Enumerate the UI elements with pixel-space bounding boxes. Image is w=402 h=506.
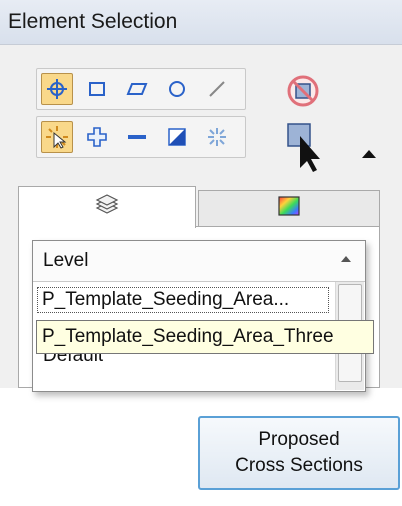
- button-label-line2: Cross Sections: [235, 455, 363, 476]
- individual-select-icon[interactable]: [41, 73, 73, 105]
- block-select-icon[interactable]: [81, 73, 113, 105]
- button-label-line1: Proposed: [258, 429, 340, 450]
- level-list[interactable]: Level P_Template_Seeding_Area... Default: [32, 240, 366, 392]
- selection-method-toolbar: [36, 68, 246, 110]
- title-bar: Element Selection: [0, 0, 402, 45]
- window-title: Element Selection: [8, 10, 178, 33]
- color-icon: [277, 195, 301, 222]
- select-all-icon[interactable]: [286, 122, 326, 179]
- proposed-cross-sections-button[interactable]: Proposed Cross Sections: [198, 416, 400, 490]
- selection-mode-toolbar: [36, 116, 246, 158]
- tooltip: P_Template_Seeding_Area_Three: [36, 320, 374, 354]
- subtract-selection-icon[interactable]: [121, 121, 153, 153]
- new-selection-icon[interactable]: [41, 121, 73, 153]
- invert-selection-icon[interactable]: [161, 121, 193, 153]
- list-header[interactable]: Level: [33, 241, 365, 282]
- clear-selection-icon[interactable]: [201, 121, 233, 153]
- list-item[interactable]: P_Template_Seeding_Area...: [37, 287, 329, 313]
- column-header-level: Level: [43, 250, 89, 271]
- clear-selection-icon[interactable]: [286, 74, 320, 113]
- add-selection-icon[interactable]: [81, 121, 113, 153]
- tab-symbology[interactable]: [198, 190, 380, 226]
- sort-arrow-icon: [341, 256, 351, 262]
- line-select-icon[interactable]: [201, 73, 233, 105]
- circle-select-icon[interactable]: [161, 73, 193, 105]
- shape-select-icon[interactable]: [121, 73, 153, 105]
- layers-icon: [94, 194, 120, 221]
- tab-levels[interactable]: [18, 186, 196, 228]
- collapse-arrow-icon[interactable]: [362, 150, 376, 158]
